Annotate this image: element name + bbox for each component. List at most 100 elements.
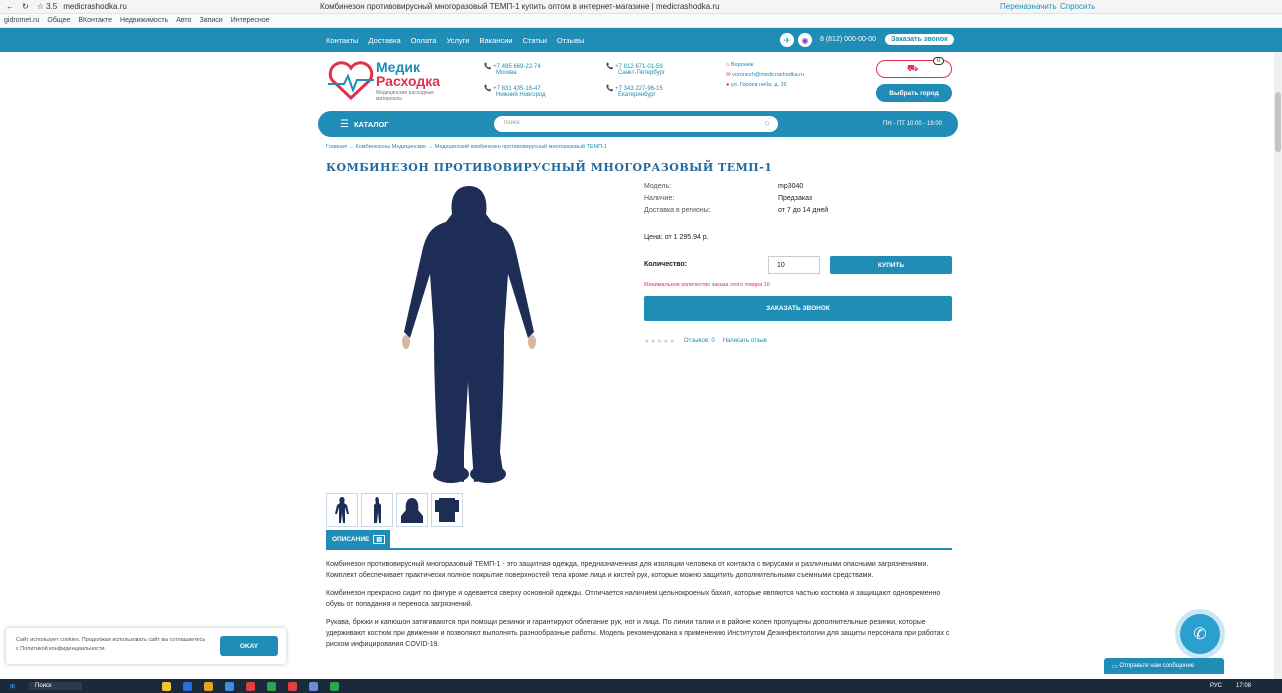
spec-key: Наличие:	[644, 194, 675, 202]
description-paragraph: Комбинезон противовирусный многоразовый …	[326, 561, 929, 579]
phone-city: Нижний Новгород	[496, 92, 546, 98]
nav-link[interactable]: Оплата	[411, 36, 437, 45]
browser-bar: ← ↻ ☆ 3.5 medicrashodka.ru Комбинезон пр…	[0, 0, 1282, 14]
logo-text: Расходка	[376, 73, 441, 89]
catalog-button[interactable]: КАТАЛОГ	[354, 120, 389, 129]
app-icon[interactable]	[287, 681, 297, 691]
nav-link[interactable]: Доставка	[368, 36, 400, 45]
app-icon[interactable]	[245, 681, 255, 691]
quantity-input[interactable]: 10	[768, 256, 820, 274]
product-description: Комбинезон противовирусный многоразовый …	[326, 559, 956, 657]
thumbnail[interactable]	[326, 493, 358, 527]
bookmark[interactable]: Общее	[47, 17, 70, 24]
taskbar-search[interactable]: Поиск	[29, 682, 82, 690]
bookmark[interactable]: ВКонтакте	[78, 17, 112, 24]
cart-count-badge: 0	[933, 57, 945, 65]
write-review-link[interactable]: Написать отзыв	[723, 338, 767, 345]
product-image[interactable]	[384, 182, 554, 487]
phone-icon: 📞	[484, 86, 492, 92]
language-indicator[interactable]: РУС	[1210, 683, 1222, 689]
nav-link[interactable]: Отзывы	[557, 36, 584, 45]
reviews-link[interactable]: Отзывов: 0	[684, 338, 715, 345]
chat-icon: ▭	[1112, 663, 1118, 670]
windows-start-icon[interactable]: ⊞	[10, 683, 15, 690]
tab-divider	[326, 548, 952, 550]
page-tab-title: Комбинезон противовирусный многоразовый …	[320, 2, 720, 11]
viber-icon[interactable]: ◉	[798, 33, 812, 47]
phone-icon: 📞	[484, 64, 492, 70]
description-paragraph: Рукава, брюки и капюшон затягиваются при…	[326, 619, 950, 648]
logo-subtitle: Медицинские расходные материалы	[376, 90, 434, 102]
contact-email[interactable]: voronezh@medicrashodka.ru	[732, 72, 804, 78]
nav-link[interactable]: Контакты	[326, 36, 358, 45]
search-input[interactable]: поиск ○	[494, 116, 778, 132]
reload-icon[interactable]: ↻	[22, 2, 29, 11]
quantity-label: Количество:	[644, 261, 688, 268]
search-placeholder: поиск	[504, 120, 520, 126]
thumbnail[interactable]	[361, 493, 393, 527]
logo[interactable]: Медик Расходка Медицинские расходные мат…	[326, 60, 440, 103]
chat-label: Отправьте нам сообщение	[1119, 663, 1195, 669]
app-icon[interactable]	[329, 681, 339, 691]
site-header: Медик Расходка Медицинские расходные мат…	[0, 52, 1282, 110]
product-price: Цена: от 1 295.94 р.	[644, 234, 709, 241]
browser-action[interactable]: Спросить	[1060, 2, 1095, 11]
chat-widget[interactable]: ▭ Отправьте нам сообщение	[1104, 658, 1224, 674]
bookmark[interactable]: Записи	[199, 17, 222, 24]
tab-description[interactable]: ОПИСАНИЕ ▤	[326, 530, 390, 548]
app-icon[interactable]	[266, 681, 276, 691]
spec-value: Предзаказ	[778, 194, 813, 202]
address-bar[interactable]: medicrashodka.ru	[63, 2, 127, 11]
cart-icon: ⛟	[907, 63, 919, 73]
menu-icon[interactable]: ☰	[340, 119, 349, 130]
spec-value: от 7 до 14 дней	[778, 206, 829, 214]
product-specs: Модель: mp3040 Наличие: Предзаказ Доставка…	[644, 180, 954, 216]
order-call-button[interactable]: ЗАКАЗАТЬ ЗВОНОК	[644, 296, 952, 321]
nav-link[interactable]: Вакансии	[480, 36, 513, 45]
nav-link[interactable]: Статьи	[523, 36, 547, 45]
location-icon: ●	[726, 82, 730, 88]
browser-action[interactable]: Переназначить	[1000, 2, 1057, 11]
scrollbar-thumb[interactable]	[1275, 92, 1281, 152]
clock[interactable]: 17:08	[1236, 683, 1251, 689]
bookmark[interactable]: Интересное	[231, 17, 270, 24]
thumbnail[interactable]	[431, 493, 463, 527]
buy-button[interactable]: КУПИТЬ	[830, 256, 952, 274]
bookmarks-bar: gidromet.ru Общее ВКонтакте Недвижимость…	[0, 14, 1282, 28]
bookmark[interactable]: gidromet.ru	[4, 17, 39, 24]
phone-city: Москва	[496, 70, 517, 76]
phone-icon: 📞	[606, 86, 614, 92]
os-taskbar: ⊞ Поиск РУС 17:08	[0, 679, 1282, 693]
catalog-bar: ☰ КАТАЛОГ поиск ○ ПН - ПТ 10:00 - 19:00	[318, 111, 958, 137]
app-icon[interactable]	[224, 681, 234, 691]
cart-button[interactable]: ⛟ 0	[876, 57, 952, 78]
heart-logo-icon	[328, 61, 374, 101]
bookmark[interactable]: Авто	[176, 17, 191, 24]
phone-call-icon[interactable]: ✆	[1180, 614, 1220, 654]
spec-key: Доставка в регионы:	[644, 206, 711, 214]
app-icon[interactable]	[182, 681, 192, 691]
telegram-icon[interactable]: ✈	[780, 33, 794, 47]
app-icon[interactable]	[308, 681, 318, 691]
app-icon[interactable]	[203, 681, 213, 691]
logo-text: Медик	[376, 59, 420, 75]
scrollbar[interactable]	[1274, 52, 1282, 679]
cookie-ok-button[interactable]: OKAY	[220, 636, 278, 656]
rating-stars[interactable]: ★★★★★	[644, 338, 676, 345]
app-icon[interactable]	[161, 681, 171, 691]
back-icon[interactable]: ←	[6, 2, 14, 11]
phone-city: Екатеринбург	[618, 92, 656, 98]
header-phone[interactable]: 8 (812) 000-00-00	[820, 36, 876, 43]
nav-link[interactable]: Услуги	[446, 36, 469, 45]
min-order-note: Минимальное количество заказа этого това…	[644, 282, 770, 288]
home-icon: ⌂	[726, 62, 730, 68]
search-icon[interactable]: ○	[765, 118, 770, 128]
breadcrumb[interactable]: Главная → Комбинезоны Медицинские → Меди…	[326, 144, 607, 150]
choose-city-button[interactable]: Выбрать город	[876, 84, 952, 102]
spec-key: Модель:	[644, 182, 672, 190]
rating-counter: ☆ 3.5	[36, 2, 58, 11]
callback-button[interactable]: Заказать звонок	[885, 34, 954, 45]
bookmark[interactable]: Недвижимость	[120, 17, 168, 24]
thumbnail-strip	[326, 493, 463, 527]
thumbnail[interactable]	[396, 493, 428, 527]
